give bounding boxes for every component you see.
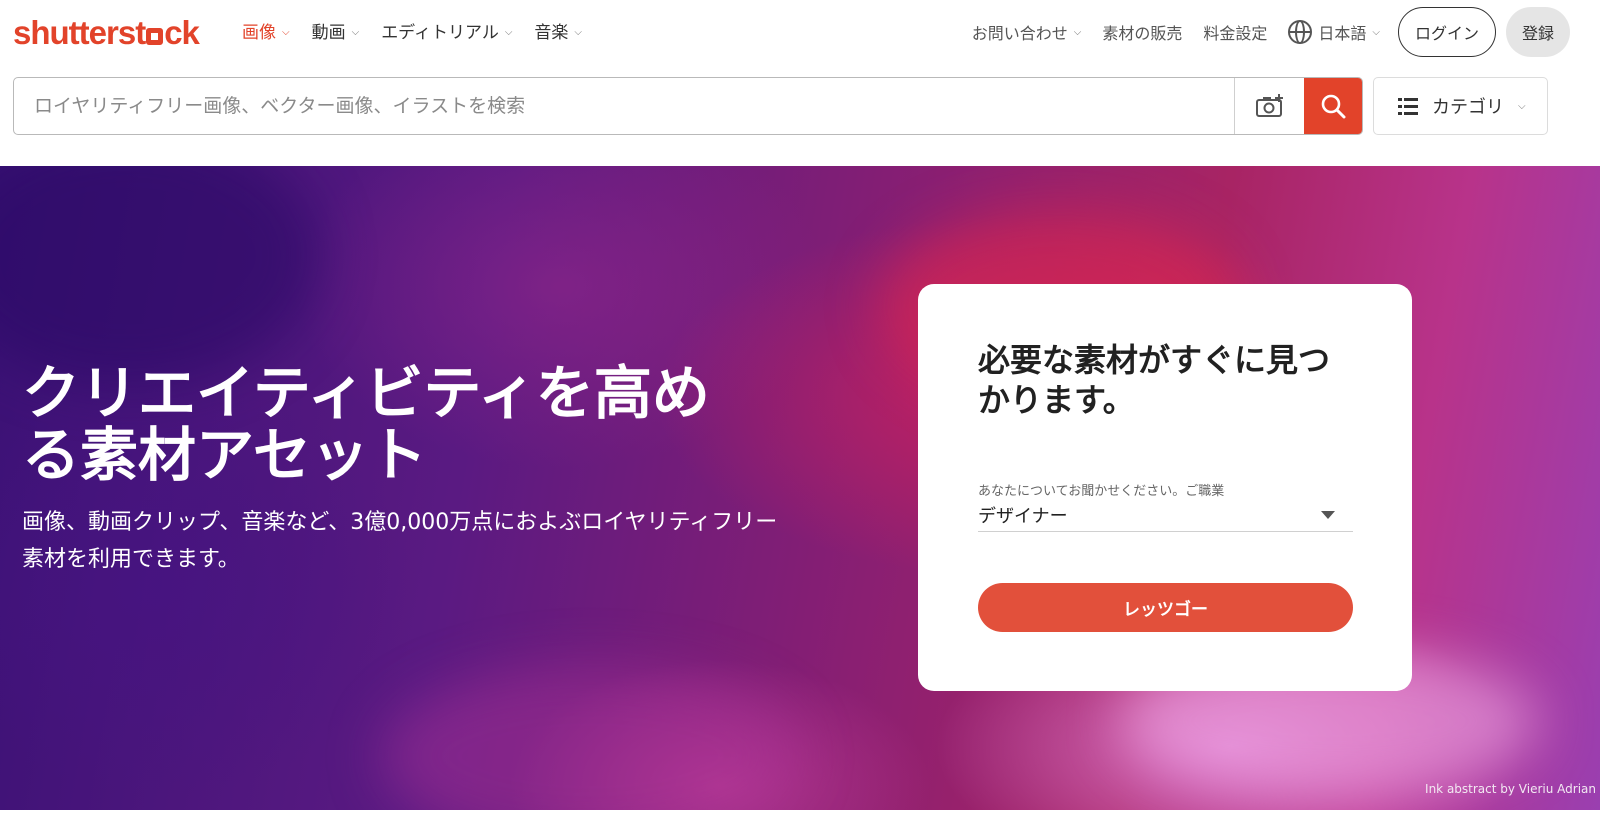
image-search-button[interactable]: [1234, 78, 1304, 134]
hero-section: クリエイティビティを高める素材アセット 画像、動画クリップ、音楽など、3億0,0…: [0, 166, 1600, 810]
lets-go-button[interactable]: レッツゴー: [978, 583, 1353, 632]
nav-item-label: エディトリアル: [381, 23, 499, 43]
list-icon: [1398, 97, 1418, 115]
triangle-down-icon: [1321, 510, 1335, 519]
nav-item-music[interactable]: 音楽 ⌵: [534, 20, 582, 46]
category-label: カテゴリ: [1432, 97, 1504, 118]
occupation-label: あなたについてお聞かせください。ご職業: [978, 484, 1225, 499]
onboarding-card: 必要な素材がすぐに見つかります。 あなたについてお聞かせください。ご職業 デザイ…: [918, 284, 1412, 691]
shutterstock-logo[interactable]: shutterst ck: [13, 13, 200, 53]
camera-search-icon: [1255, 94, 1283, 117]
language-selector[interactable]: 日本語 ⌵: [1288, 7, 1380, 57]
page-below-fold: [0, 810, 1600, 838]
pricing-link[interactable]: 料金設定: [1203, 7, 1267, 57]
card-title: 必要な素材がすぐに見つかります。: [978, 341, 1331, 419]
image-credit: Ink abstract by Vieriu Adrian: [1425, 782, 1596, 796]
nav-item-images[interactable]: 画像 ⌵: [242, 20, 290, 46]
login-button[interactable]: ログイン: [1398, 7, 1496, 57]
main-nav: 画像 ⌵ 動画 ⌵ エディトリアル ⌵ 音楽 ⌵: [242, 20, 582, 46]
chevron-down-icon: ⌵: [1518, 100, 1526, 112]
pricing-label: 料金設定: [1203, 24, 1268, 43]
sell-label: 素材の販売: [1102, 24, 1183, 43]
hero-title: クリエイティビティを高める素材アセット: [22, 359, 710, 489]
occupation-select[interactable]: デザイナー: [978, 498, 1353, 532]
chevron-down-icon: ⌵: [574, 27, 583, 38]
header-right-nav: お問い合わせ ⌵ 素材の販売 料金設定 日本語 ⌵ ログイン 登録: [951, 7, 1570, 57]
nav-item-label: 音楽: [534, 23, 569, 43]
logo-text-start: shutterst: [13, 14, 146, 51]
register-button[interactable]: 登録: [1506, 7, 1570, 57]
nav-item-editorial[interactable]: エディトリアル ⌵: [381, 20, 512, 46]
logo-text-end: ck: [164, 14, 200, 51]
logo-mark-icon: [146, 27, 164, 45]
chevron-down-icon: ⌵: [1073, 26, 1082, 38]
occupation-selected-value: デザイナー: [978, 505, 1068, 527]
search-bar: [13, 77, 1363, 135]
globe-icon: [1288, 20, 1313, 44]
chevron-down-icon: ⌵: [351, 27, 360, 38]
language-label: 日本語: [1318, 24, 1367, 43]
contact-label: お問い合わせ: [971, 24, 1068, 43]
category-button[interactable]: カテゴリ ⌵: [1373, 77, 1548, 135]
search-button[interactable]: [1304, 78, 1362, 134]
search-input[interactable]: [14, 78, 1234, 134]
hero-subtitle: 画像、動画クリップ、音楽など、3億0,000万点におよぶロイヤリティフリー素材を…: [22, 510, 778, 572]
hero-background-ink: [0, 166, 320, 386]
chevron-down-icon: ⌵: [282, 27, 290, 38]
nav-item-label: 画像: [242, 23, 276, 43]
search-icon: [1321, 94, 1346, 119]
sell-content-link[interactable]: 素材の販売: [1102, 7, 1182, 57]
contact-menu[interactable]: お問い合わせ ⌵: [972, 7, 1082, 57]
nav-item-video[interactable]: 動画 ⌵: [312, 20, 360, 46]
chevron-down-icon: ⌵: [504, 27, 513, 38]
top-header: shutterst ck 画像 ⌵ 動画 ⌵ エディトリアル ⌵ 音楽 ⌵ お問い…: [0, 0, 1600, 66]
chevron-down-icon: ⌵: [1372, 26, 1380, 38]
hero-background-ink: [380, 666, 800, 810]
nav-item-label: 動画: [311, 23, 346, 43]
